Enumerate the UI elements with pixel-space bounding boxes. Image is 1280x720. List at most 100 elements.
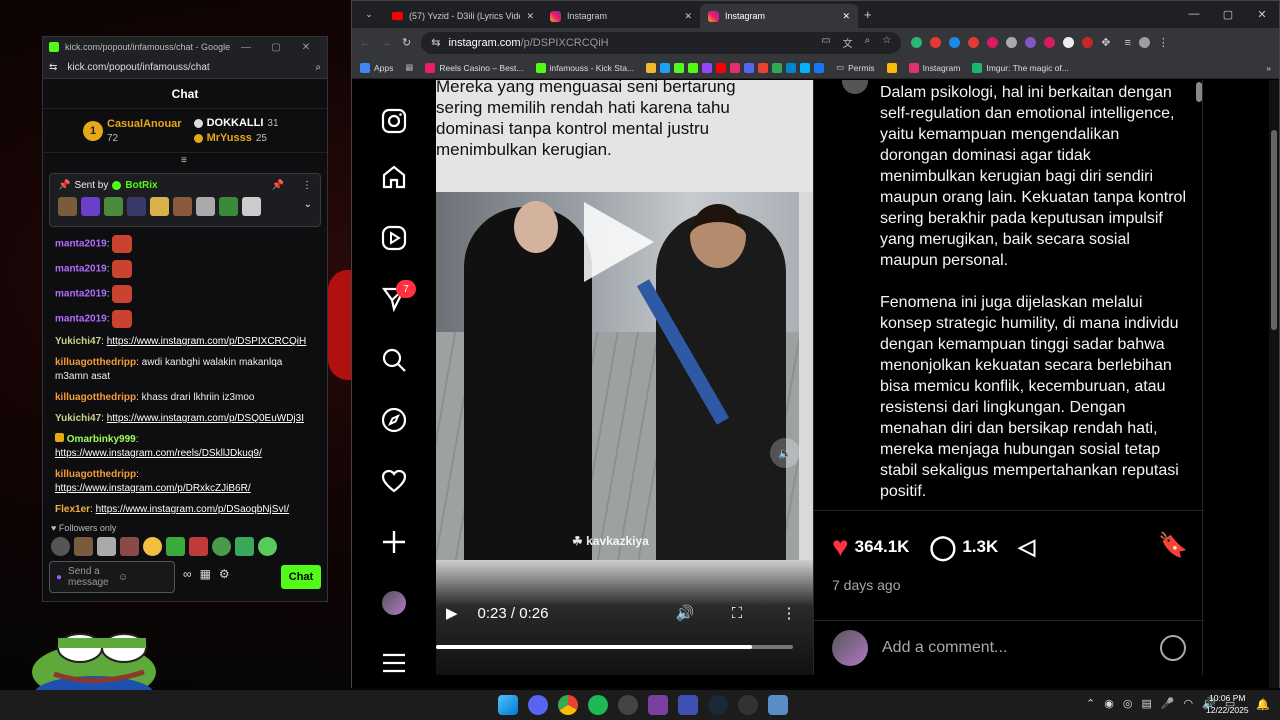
address-bar[interactable]: ⇆ instagram.com/p/DSPIXCRCQiH ▭ 文 ⌕ ☆ bbox=[421, 31, 902, 54]
description-scrollbar[interactable] bbox=[1195, 82, 1203, 512]
chat-username[interactable]: manta2019 bbox=[55, 289, 107, 300]
like-heart-icon[interactable]: ♥ bbox=[832, 531, 849, 563]
emote-icon[interactable] bbox=[97, 537, 116, 556]
extension-icon[interactable] bbox=[911, 37, 923, 48]
extension-icon[interactable] bbox=[1082, 37, 1094, 48]
steam-tray-icon[interactable]: ◎ bbox=[1123, 697, 1133, 710]
bookmark-apps[interactable]: Apps bbox=[360, 62, 393, 73]
unpin-icon[interactable]: 📌 bbox=[272, 180, 284, 191]
spotify-icon[interactable] bbox=[588, 695, 608, 715]
chat-username[interactable]: Flex1er bbox=[55, 504, 90, 515]
extension-icon[interactable] bbox=[1063, 37, 1075, 48]
bookmark-chart[interactable] bbox=[886, 62, 897, 73]
site-info-icon[interactable]: ⇆ bbox=[431, 36, 440, 49]
emote-icon[interactable] bbox=[51, 537, 70, 556]
bookmark-item[interactable]: ▦ bbox=[405, 62, 413, 73]
chat-username[interactable]: killuagotthedripp bbox=[55, 392, 136, 403]
chat-send-button[interactable]: Chat bbox=[281, 565, 321, 589]
emote-icon[interactable] bbox=[166, 537, 185, 556]
bookmark-reels-casino[interactable]: Reels Casino – Best... bbox=[425, 62, 524, 73]
back-arrow-icon[interactable]: ← bbox=[360, 37, 371, 49]
bookmark-star-icon[interactable]: ☆ bbox=[882, 35, 891, 50]
cycle-icon[interactable]: ∞ bbox=[183, 567, 192, 581]
chat-link[interactable]: https://www.instagram.com/p/DSaoqbNjSvI/ bbox=[96, 504, 289, 515]
app-icon[interactable] bbox=[768, 695, 788, 715]
more-bookmarks-icon[interactable]: » bbox=[1266, 63, 1271, 73]
chat-username[interactable]: manta2019 bbox=[55, 239, 107, 250]
bookmark-folder-permis[interactable]: ▭ Permis bbox=[836, 62, 874, 73]
extension-icon[interactable] bbox=[1006, 37, 1018, 48]
start-windows-icon[interactable] bbox=[498, 695, 518, 715]
extension-icon[interactable] bbox=[987, 37, 999, 48]
fullscreen-icon[interactable]: ⛶ bbox=[723, 605, 751, 622]
extension-icon[interactable] bbox=[1044, 37, 1056, 48]
reload-icon[interactable]: ↻ bbox=[402, 36, 411, 49]
steam-icon[interactable] bbox=[708, 695, 728, 715]
extension-icon[interactable] bbox=[930, 37, 942, 48]
chat-link[interactable]: https://www.instagram.com/p/DSPIXCRCQiH bbox=[107, 336, 307, 347]
profile-avatar[interactable] bbox=[380, 589, 408, 617]
emote-icon[interactable] bbox=[120, 537, 139, 556]
chat-titlebar[interactable]: kick.com/popout/infamouss/chat - Google … bbox=[43, 37, 327, 57]
extension-icon[interactable] bbox=[968, 37, 980, 48]
bookmark-instagram[interactable]: Instagram bbox=[908, 62, 960, 73]
close-tab-icon[interactable]: ✕ bbox=[842, 11, 850, 22]
leaderboard-third[interactable]: MrYusss 25 bbox=[193, 132, 279, 144]
video-player[interactable]: ☘ kavkazkiya bbox=[436, 192, 799, 560]
minimize-icon[interactable]: — bbox=[1177, 8, 1211, 21]
obs-icon[interactable] bbox=[618, 695, 638, 715]
tab-search-icon[interactable]: ⌄ bbox=[358, 5, 380, 25]
close-tab-icon[interactable]: ✕ bbox=[526, 11, 534, 22]
emote-icon[interactable] bbox=[189, 537, 208, 556]
maximize-icon[interactable]: ▢ bbox=[261, 42, 291, 53]
notifications-heart-icon[interactable] bbox=[380, 467, 408, 495]
chat-message[interactable]: manta2019: bbox=[55, 260, 317, 278]
more-options-icon[interactable]: ⋮ bbox=[302, 180, 312, 191]
extension-icon[interactable] bbox=[949, 37, 961, 48]
explore-compass-icon[interactable] bbox=[380, 406, 408, 434]
chat-username[interactable]: Omarbinky999 bbox=[67, 434, 136, 445]
tab-youtube[interactable]: (57) Yvzid - D3ili (Lyrics Video) ✕ bbox=[384, 4, 542, 28]
play-overlay-icon[interactable] bbox=[584, 202, 654, 282]
chat-link[interactable]: https://www.instagram.com/p/DSQ0EuWDj3I bbox=[107, 413, 304, 424]
app-icon[interactable] bbox=[738, 695, 758, 715]
emote-icon[interactable] bbox=[143, 537, 162, 556]
video-progress-bar[interactable] bbox=[436, 645, 793, 649]
extension-icon[interactable] bbox=[1025, 37, 1037, 48]
chat-username[interactable]: manta2019 bbox=[55, 264, 107, 275]
emote-picker-icon[interactable]: ☺ bbox=[118, 572, 128, 583]
search-icon[interactable] bbox=[380, 346, 408, 374]
comment-icon[interactable]: ◯ bbox=[929, 533, 956, 562]
emote-icon[interactable] bbox=[74, 537, 93, 556]
collapse-handle-icon[interactable]: ≡ bbox=[181, 155, 187, 166]
notifications-bell-icon[interactable]: 🔔 bbox=[1256, 698, 1270, 711]
zoom-icon[interactable]: ⌕ bbox=[315, 62, 321, 73]
pinned-message[interactable]: 📌 Sent by BotRix 📌 ⋮ ⌄ bbox=[49, 173, 321, 227]
bookmark-kick[interactable]: infamouss - Kick Sta... bbox=[535, 62, 634, 73]
network-icon[interactable]: ▤ bbox=[1141, 697, 1151, 710]
chat-message[interactable]: killuagotthedripp: awdi kanbghi walakin … bbox=[55, 356, 317, 384]
volume-icon[interactable]: 🔈 bbox=[770, 438, 800, 468]
forward-arrow-icon[interactable]: → bbox=[381, 37, 392, 49]
create-plus-icon[interactable] bbox=[380, 528, 408, 556]
share-icon[interactable]: ◁ bbox=[1018, 534, 1035, 560]
chat-message[interactable]: Yukichi47: https://www.instagram.com/p/D… bbox=[55, 335, 317, 349]
system-clock[interactable]: 10:06 PM 12/22/2025 bbox=[1206, 692, 1249, 716]
extensions-puzzle-icon[interactable]: ✥ bbox=[1101, 36, 1110, 49]
chat-username[interactable]: Yukichi47 bbox=[55, 336, 101, 347]
close-icon[interactable]: ✕ bbox=[291, 42, 321, 53]
chat-urlbar[interactable]: ⇆ kick.com/popout/infamouss/chat ⌕ bbox=[43, 57, 327, 79]
profile-avatar-icon[interactable] bbox=[1138, 37, 1150, 48]
chat-username[interactable]: Yukichi47 bbox=[55, 413, 101, 424]
close-window-icon[interactable]: ✕ bbox=[1245, 8, 1279, 21]
emote-icon[interactable] bbox=[258, 537, 277, 556]
microphone-icon[interactable]: 🎤 bbox=[1161, 697, 1175, 710]
cast-icon[interactable]: ▭ bbox=[821, 35, 830, 50]
zoom-icon[interactable]: ⌕ bbox=[865, 35, 871, 50]
settings-gear-icon[interactable]: ⚙ bbox=[219, 567, 230, 581]
emote-icon[interactable] bbox=[235, 537, 254, 556]
chat-link[interactable]: https://www.instagram.com/p/DRxkcZJiB6R/ bbox=[55, 483, 251, 494]
bookmark-icons[interactable] bbox=[646, 62, 825, 73]
chat-message-input[interactable]: ● Send a message ☺ bbox=[49, 561, 175, 593]
emoji-icon[interactable] bbox=[1160, 635, 1186, 661]
